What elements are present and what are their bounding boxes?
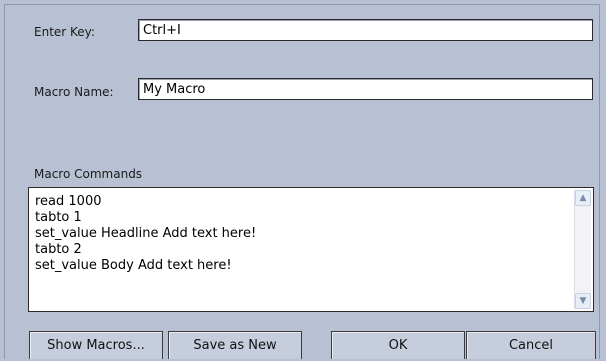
scroll-up-icon[interactable]: ▲ bbox=[575, 190, 591, 206]
cancel-button[interactable]: Cancel bbox=[466, 331, 596, 359]
ok-button[interactable]: OK bbox=[331, 331, 465, 359]
macro-commands-label: Macro Commands bbox=[34, 167, 143, 181]
save-as-new-button[interactable]: Save as New bbox=[168, 331, 302, 359]
vertical-scrollbar[interactable]: ▲ ▼ bbox=[574, 190, 591, 309]
macro-commands-textarea[interactable]: read 1000 tabto 1 set_value Headline Add… bbox=[28, 187, 594, 312]
show-macros-button[interactable]: Show Macros... bbox=[29, 331, 163, 359]
enter-key-label: Enter Key: bbox=[34, 25, 95, 39]
macro-name-input[interactable] bbox=[138, 78, 593, 100]
macro-name-label: Macro Name: bbox=[34, 85, 114, 99]
enter-key-input[interactable] bbox=[138, 19, 593, 41]
scroll-down-icon[interactable]: ▼ bbox=[575, 293, 591, 309]
macro-commands-text: read 1000 tabto 1 set_value Headline Add… bbox=[35, 194, 257, 273]
